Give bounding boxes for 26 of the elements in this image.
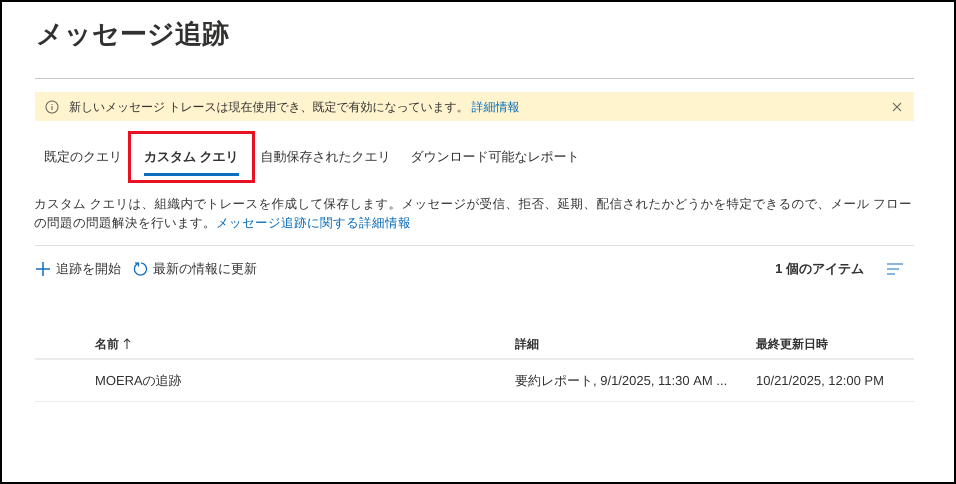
plus-icon [35, 261, 51, 277]
page-title: メッセージ追跡 [36, 18, 230, 51]
item-count: 1 個のアイテム [775, 260, 864, 278]
refresh-icon [133, 261, 149, 277]
table-cell-text: MOERAの追跡 [95, 372, 183, 390]
column-header[interactable]: 詳細 [515, 335, 756, 353]
view-options-button[interactable] [886, 262, 904, 276]
column-header[interactable]: 最終更新日時 [756, 335, 828, 353]
table-cell-text: 10/21/2025, 12:00 PM [756, 372, 884, 390]
tab[interactable]: 既定のクエリ [44, 138, 122, 176]
lines-icon [886, 263, 904, 275]
close-button[interactable] [890, 100, 904, 114]
tab[interactable]: ダウンロード可能なレポート [410, 138, 580, 176]
learn-more-link[interactable]: メッセージ追跡に関する詳細情報 [216, 216, 411, 230]
banner-text: 新しいメッセージ トレースは現在使用でき、既定で有効になっています。 [69, 98, 468, 116]
tab[interactable]: カスタム クエリ [144, 138, 239, 176]
info-icon [45, 100, 59, 114]
tab[interactable]: 自動保存されたクエリ [260, 138, 391, 176]
details-link[interactable]: 詳細情報 [471, 98, 520, 116]
table-cell-text: 要約レポート, 9/1/2025, 11:30 AM ... [515, 372, 728, 390]
start-trace-button[interactable]: 追跡を開始 [35, 259, 121, 279]
sort-arrow-icon [123, 338, 131, 350]
description-text: カスタム クエリは、組織内でトレースを作成して保存します。メッセージが受信、拒否、延期、配信されたかどうかを特定できるので、メール フローの問題の問題解決を行います。メッセージ追跡に関する詳細情報 [34, 196, 913, 232]
close-icon [892, 102, 902, 112]
refresh-button[interactable]: 最新の情報に更新 [133, 259, 257, 279]
column-header[interactable]: 名前 [95, 335, 515, 353]
